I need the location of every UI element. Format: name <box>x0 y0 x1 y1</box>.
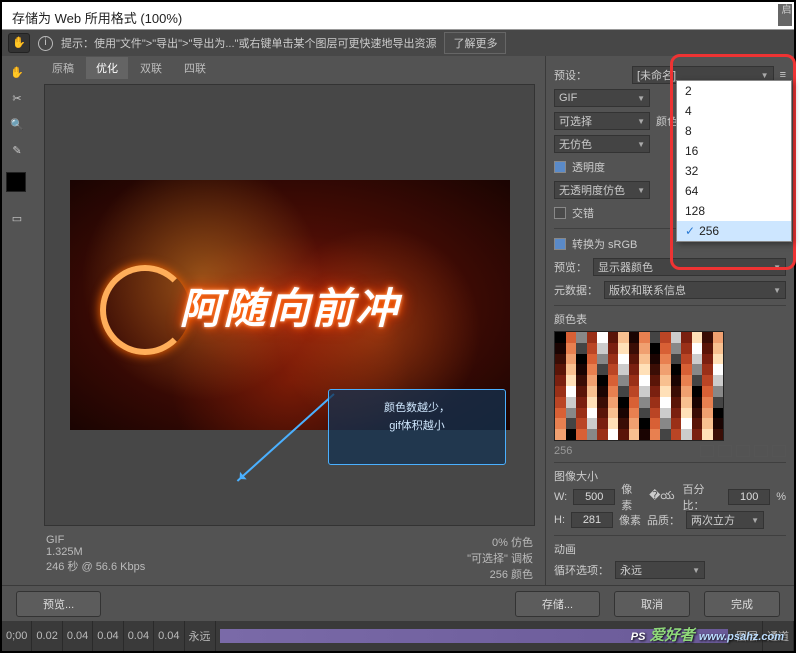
tl-mark: 0.04 <box>124 621 154 651</box>
preset-label: 预设： <box>554 67 626 83</box>
trans-dither-dropdown[interactable]: 无透明度仿色▼ <box>554 181 650 199</box>
slice-tool[interactable]: ✂ <box>6 88 28 108</box>
cancel-button[interactable]: 取消 <box>614 591 690 617</box>
interlace-checkbox[interactable] <box>554 207 566 219</box>
tl-mark: 0.02 <box>32 621 62 651</box>
ct-icon-4[interactable] <box>754 445 768 457</box>
art-ring <box>100 265 190 355</box>
preview-status: GIF 1.325M 246 秒 @ 56.6 Kbps 0% 仿色 "可选择"… <box>34 530 545 586</box>
preview-mode-label: 预览： <box>554 259 587 275</box>
tab-4up[interactable]: 四联 <box>174 57 216 79</box>
color-swatch[interactable] <box>6 172 26 192</box>
preview-button[interactable]: 预览... <box>16 591 101 617</box>
tool-column: ✋ ✂ 🔍 ✎ ▭ <box>2 56 34 608</box>
status-format: GIF <box>46 534 145 546</box>
color-opt-4[interactable]: 4 <box>677 101 791 121</box>
loop-label: 循环选项： <box>554 562 609 578</box>
tl-mark: 0;00 <box>2 621 32 651</box>
tab-optimized[interactable]: 优化 <box>86 57 128 79</box>
transparency-checkbox[interactable] <box>554 161 566 173</box>
color-opt-2[interactable]: 2 <box>677 81 791 101</box>
metadata-label: 元数据： <box>554 282 598 298</box>
eyedropper-tool[interactable]: ✎ <box>6 140 28 160</box>
percent-input[interactable] <box>728 489 770 505</box>
animation-label: 动画 <box>554 541 786 557</box>
right-dock-hint: 启 <box>778 4 792 26</box>
window-title: 存储为 Web 所用格式 (100%) <box>2 2 794 30</box>
status-dither: 0% 仿色 <box>467 534 533 550</box>
settings-panel: 预设： [未命名]▼ ≡ GIF▼ 可选择▼ 颜色： 256▼ 无仿色▼ 透明度… <box>546 56 794 608</box>
trash-icon[interactable] <box>772 445 786 457</box>
transparency-label: 透明度 <box>572 159 605 175</box>
metadata-dropdown[interactable]: 版权和联系信息▼ <box>604 281 786 299</box>
status-timing: 246 秒 @ 56.6 Kbps <box>46 558 145 574</box>
color-opt-16[interactable]: 16 <box>677 141 791 161</box>
save-button[interactable]: 存储... <box>515 591 600 617</box>
colortable-label: 颜色表 <box>554 311 786 327</box>
hand-tool[interactable]: ✋ <box>6 62 28 82</box>
ct-icon-3[interactable] <box>736 445 750 457</box>
srgb-label: 转换为 sRGB <box>572 236 637 252</box>
percent-label: 百分比： <box>683 481 723 513</box>
tl-mark: 0.04 <box>154 621 184 651</box>
loop-dropdown[interactable]: 永远▼ <box>615 561 705 579</box>
tl-mark: 0.04 <box>93 621 123 651</box>
color-opt-32[interactable]: 32 <box>677 161 791 181</box>
tab-2up[interactable]: 双联 <box>130 57 172 79</box>
tl-loop[interactable]: 永远 <box>185 621 216 651</box>
dither-dropdown[interactable]: 无仿色▼ <box>554 135 650 153</box>
format-dropdown[interactable]: GIF▼ <box>554 89 650 107</box>
tl-mark: 0.04 <box>63 621 93 651</box>
interlace-label: 交错 <box>572 205 594 221</box>
ct-icon-2[interactable] <box>718 445 732 457</box>
reduction-dropdown[interactable]: 可选择▼ <box>554 112 650 130</box>
status-colors: 256 颜色 <box>467 566 533 582</box>
callout-line1: 颜色数越少， <box>339 400 495 418</box>
color-opt-128[interactable]: 128 <box>677 201 791 221</box>
width-input[interactable] <box>573 489 615 505</box>
height-input[interactable] <box>571 512 613 528</box>
info-icon: i <box>38 36 53 51</box>
art-text: 阿随向前冲 <box>179 275 399 336</box>
done-button[interactable]: 完成 <box>704 591 780 617</box>
status-size: 1.325M <box>46 546 145 558</box>
preview-mode-dropdown[interactable]: 显示器颜色▼ <box>593 258 786 276</box>
colors-popup: 2 4 8 16 32 64 128 256 <box>676 80 792 242</box>
callout-box: 颜色数越少， gif体积越小 <box>328 389 506 465</box>
ct-icon-1[interactable] <box>700 445 714 457</box>
srgb-checkbox[interactable] <box>554 238 566 250</box>
status-palette: "可选择" 调板 <box>467 550 533 566</box>
color-opt-64[interactable]: 64 <box>677 181 791 201</box>
learn-more-button[interactable]: 了解更多 <box>444 32 506 54</box>
preview-tabs: 原稿 优化 双联 四联 <box>34 56 545 80</box>
imagesize-label: 图像大小 <box>554 468 786 484</box>
callout-line2: gif体积越小 <box>339 418 495 436</box>
dialog-buttons: 预览... 存储... 取消 完成 <box>2 585 794 621</box>
hint-text: 提示：使用"文件">"导出">"导出为..."或右键单击某个图层可更快速地导出资… <box>61 35 436 51</box>
quality-label: 品质： <box>647 512 680 528</box>
quality-dropdown[interactable]: 两次立方▼ <box>686 511 764 529</box>
color-opt-8[interactable]: 8 <box>677 121 791 141</box>
toggle-tool[interactable]: ▭ <box>6 208 28 228</box>
color-opt-256[interactable]: 256 <box>677 221 791 241</box>
color-table[interactable] <box>554 331 724 441</box>
zoom-tool[interactable]: 🔍 <box>6 114 28 134</box>
hand-tool-icon[interactable]: ✋ <box>8 33 30 53</box>
hint-bar: ✋ i 提示：使用"文件">"导出">"导出为..."或右键单击某个图层可更快速… <box>2 30 794 56</box>
watermark: PS 爱好者 www.psahz.com <box>631 624 784 645</box>
preview-canvas[interactable]: 阿随向前冲 颜色数越少， gif体积越小 <box>44 84 535 526</box>
tab-original[interactable]: 原稿 <box>42 57 84 79</box>
colortable-count: 256 <box>554 445 572 457</box>
